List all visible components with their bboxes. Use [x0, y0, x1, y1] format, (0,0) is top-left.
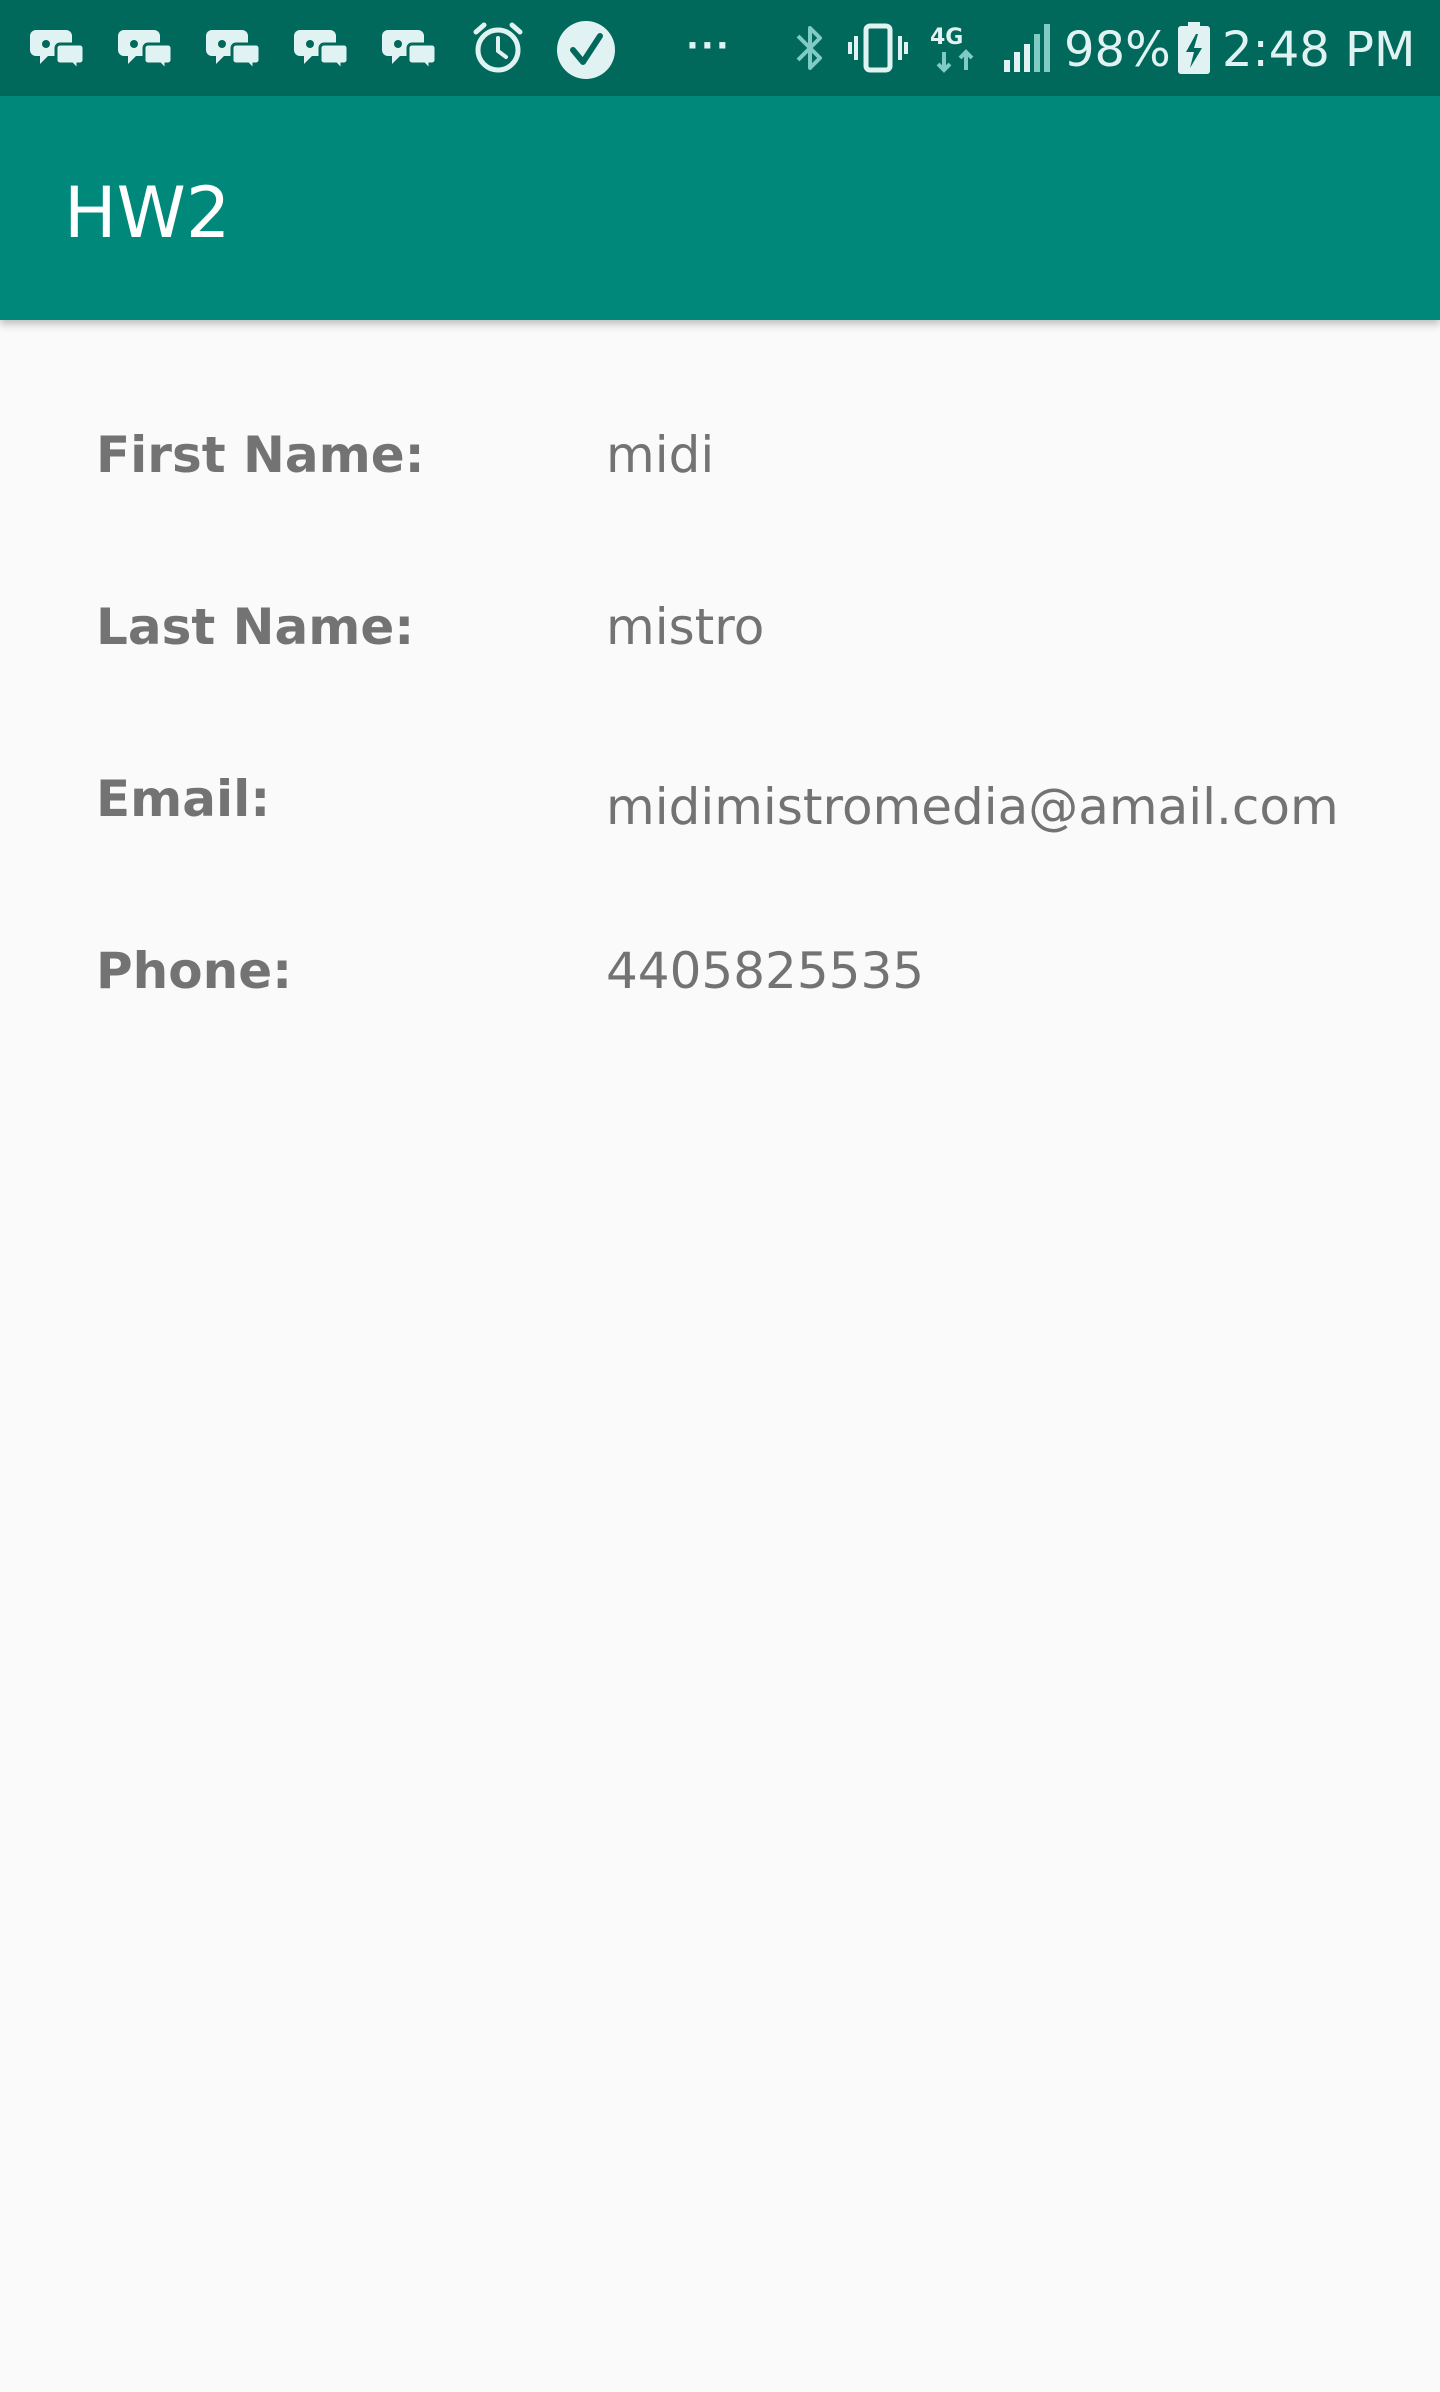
more-notifications-icon: ··· — [686, 26, 731, 66]
signal-icon — [1000, 20, 1056, 76]
status-bar: ··· 4G 98% 2:48 PM — [0, 0, 1440, 96]
last-name-value: mistro — [606, 598, 765, 656]
svg-text:4G: 4G — [930, 25, 963, 50]
4g-lte-icon: 4G — [926, 20, 990, 76]
chat-bubble-icon — [382, 20, 438, 76]
app-bar: HW2 — [0, 96, 1440, 320]
first-name-value: midi — [606, 426, 715, 484]
chat-bubble-icon — [30, 20, 86, 76]
clock-time: 2:48 PM — [1222, 22, 1416, 78]
phone-value: 4405825535 — [606, 942, 925, 1000]
alarm-clock-icon — [470, 20, 526, 76]
first-name-label: First Name: — [96, 426, 425, 484]
bluetooth-icon — [790, 20, 830, 76]
app-title: HW2 — [64, 172, 231, 254]
email-label: Email: — [96, 770, 271, 828]
chat-bubble-icon — [118, 20, 174, 76]
phone-label: Phone: — [96, 942, 293, 1000]
chat-bubble-icon — [206, 20, 262, 76]
battery-charging-icon — [1176, 20, 1212, 76]
check-circle-icon — [556, 20, 615, 79]
vibrate-icon — [846, 20, 910, 76]
email-value: midimistromedia@amail.com — [606, 778, 1339, 836]
chat-bubble-icon — [294, 20, 350, 76]
battery-percent: 98% — [1064, 22, 1171, 78]
last-name-label: Last Name: — [96, 598, 415, 656]
